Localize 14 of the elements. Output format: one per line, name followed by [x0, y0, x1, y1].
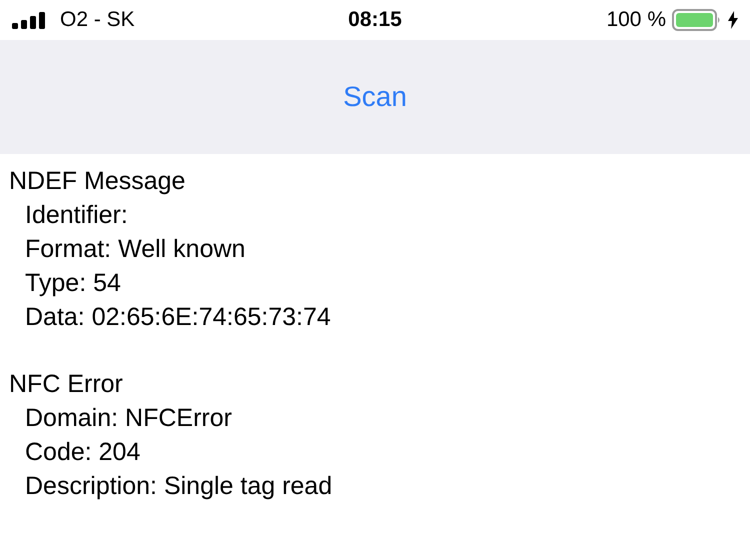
detail-line: Identifier: — [24, 200, 128, 231]
detail-line: Code: 204 — [24, 437, 140, 468]
detail-line: Type: 54 — [24, 268, 121, 299]
scan-button[interactable]: Scan — [335, 76, 415, 118]
section-title: NDEF Message — [9, 166, 186, 197]
section-title: NFC Error — [9, 369, 123, 400]
detail-line: Format: Well known — [24, 234, 246, 265]
detail-line: Description: Single tag read — [24, 471, 332, 502]
status-time: 08:15 — [348, 7, 402, 34]
detail-line: Data: 02:65:6E:74:65:73:74 — [24, 302, 331, 333]
battery-percentage: 100 % — [606, 7, 666, 34]
battery-icon — [672, 9, 722, 31]
carrier-name: O2 - SK — [60, 7, 135, 34]
detail-line: Domain: NFCError — [24, 403, 232, 434]
